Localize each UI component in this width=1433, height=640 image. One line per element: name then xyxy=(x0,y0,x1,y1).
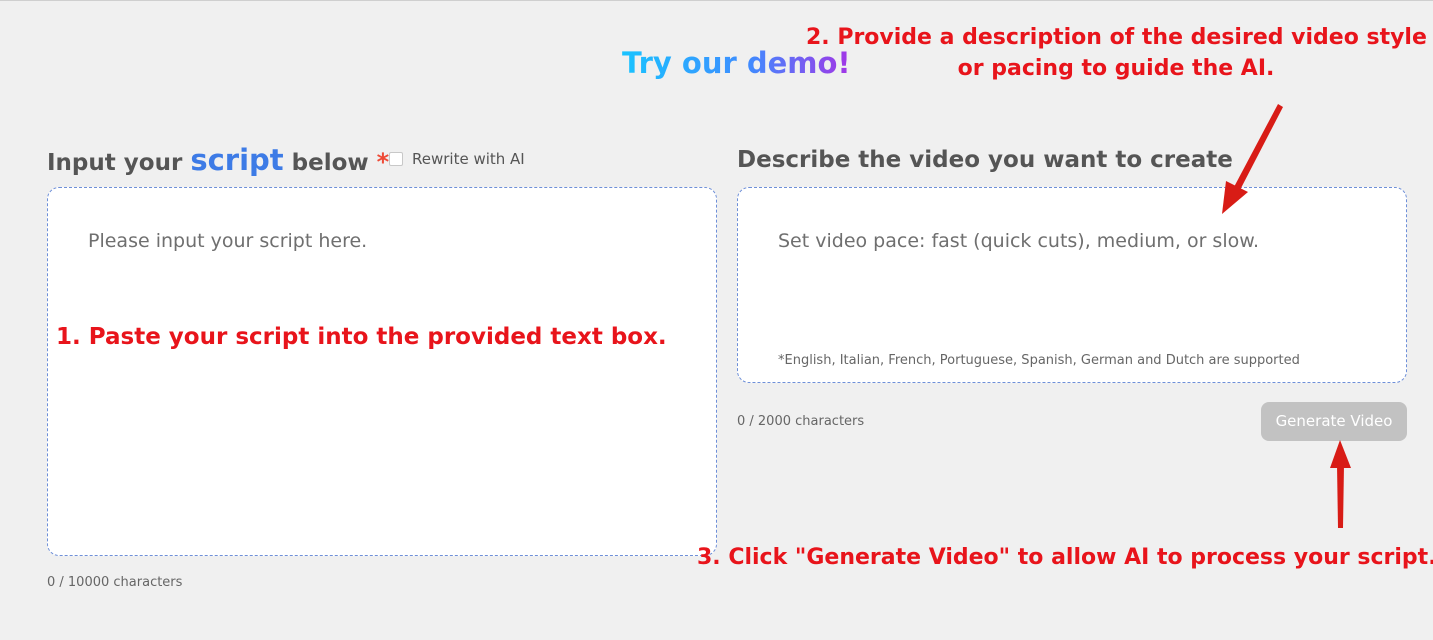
description-char-count: 0 / 2000 characters xyxy=(737,414,865,429)
annotation-step-2: 2. Provide a description of the desired … xyxy=(806,22,1427,84)
heading-prefix: Input your xyxy=(47,150,183,176)
rewrite-with-ai-option[interactable]: Rewrite with AI xyxy=(389,150,525,168)
annotation-step-1: 1. Paste your script into the provided t… xyxy=(56,324,667,350)
supported-languages-note: *English, Italian, French, Portuguese, S… xyxy=(778,353,1300,368)
rewrite-checkbox[interactable] xyxy=(389,152,403,166)
heading-suffix: below xyxy=(291,150,369,176)
description-placeholder: Set video pace: fast (quick cuts), mediu… xyxy=(778,230,1260,252)
heading-keyword: script xyxy=(190,143,284,177)
arrow-up-icon xyxy=(1330,440,1351,528)
script-textarea[interactable]: Please input your script here. xyxy=(47,187,717,556)
annotation-step-3: 3. Click "Generate Video" to allow AI to… xyxy=(697,545,1433,570)
rewrite-label: Rewrite with AI xyxy=(412,150,525,168)
annotation-step-2-line-1: 2. Provide a description of the desired … xyxy=(806,25,1427,50)
video-description-heading: Describe the video you want to create xyxy=(737,147,1233,173)
script-placeholder: Please input your script here. xyxy=(88,230,368,252)
top-divider xyxy=(0,0,1433,1)
video-description-textarea[interactable]: Set video pace: fast (quick cuts), mediu… xyxy=(737,187,1407,383)
annotation-step-2-line-2: or pacing to guide the AI. xyxy=(957,56,1275,81)
required-asterisk: * xyxy=(376,148,390,176)
script-char-count: 0 / 10000 characters xyxy=(47,575,183,590)
script-input-heading: Input your script below * xyxy=(47,140,389,183)
generate-video-button[interactable]: Generate Video xyxy=(1261,402,1407,441)
